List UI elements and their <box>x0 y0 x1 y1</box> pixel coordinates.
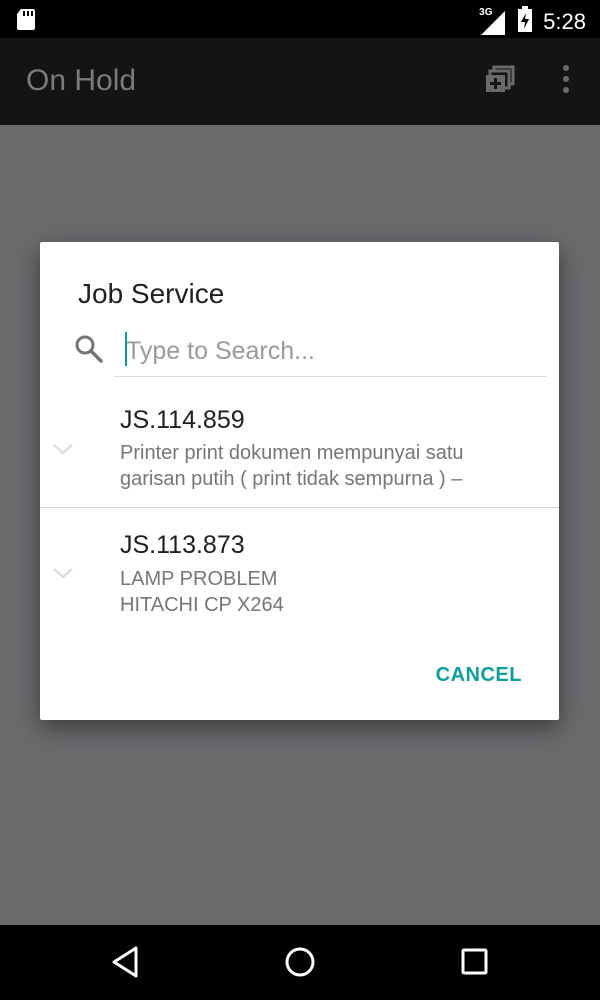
search-field[interactable] <box>75 328 547 377</box>
text-cursor <box>125 332 127 366</box>
item-description-line: HITACHI CP X264 <box>120 594 284 616</box>
dialog-title: Job Service <box>78 278 225 309</box>
signal-icon: 3G <box>479 7 507 35</box>
job-service-dialog: Job Service JS.114.859 Printer print dok… <box>40 242 559 720</box>
item-description-line: Printer print dokumen mempunyai satu <box>120 442 464 464</box>
recents-icon[interactable] <box>461 945 489 984</box>
search-icon <box>74 334 104 369</box>
status-bar: 3G 5:28 <box>0 0 600 38</box>
search-input[interactable] <box>124 332 528 370</box>
sd-card-icon <box>16 8 36 35</box>
item-code: JS.114.859 <box>120 406 245 434</box>
add-multiple-icon[interactable] <box>485 64 515 99</box>
navigation-bar <box>0 925 600 1000</box>
item-code: JS.113.873 <box>120 531 245 559</box>
cancel-button[interactable]: CANCEL <box>436 664 522 687</box>
item-description-line: LAMP PROBLEM <box>120 568 278 590</box>
chevron-down-icon[interactable] <box>52 442 74 461</box>
page-title: On Hold <box>26 64 137 97</box>
battery-icon <box>517 6 533 37</box>
list-item[interactable]: JS.114.859 Printer print dokumen mempuny… <box>40 392 559 508</box>
chevron-down-icon[interactable] <box>52 566 74 585</box>
list-item[interactable]: JS.113.873 LAMP PROBLEM HITACHI CP X264 <box>40 518 559 628</box>
home-icon[interactable] <box>284 945 316 984</box>
item-description: LAMP PROBLEM HITACHI CP X264 <box>120 566 540 618</box>
item-description-line: garisan putih ( print tidak sempurna ) – <box>120 468 463 490</box>
overflow-menu-icon[interactable] <box>560 64 572 99</box>
item-description: Printer print dokumen mempunyai satu gar… <box>120 440 540 492</box>
back-icon[interactable] <box>110 945 140 984</box>
clock: 5:28 <box>543 8 586 34</box>
app-bar: On Hold <box>0 38 600 125</box>
